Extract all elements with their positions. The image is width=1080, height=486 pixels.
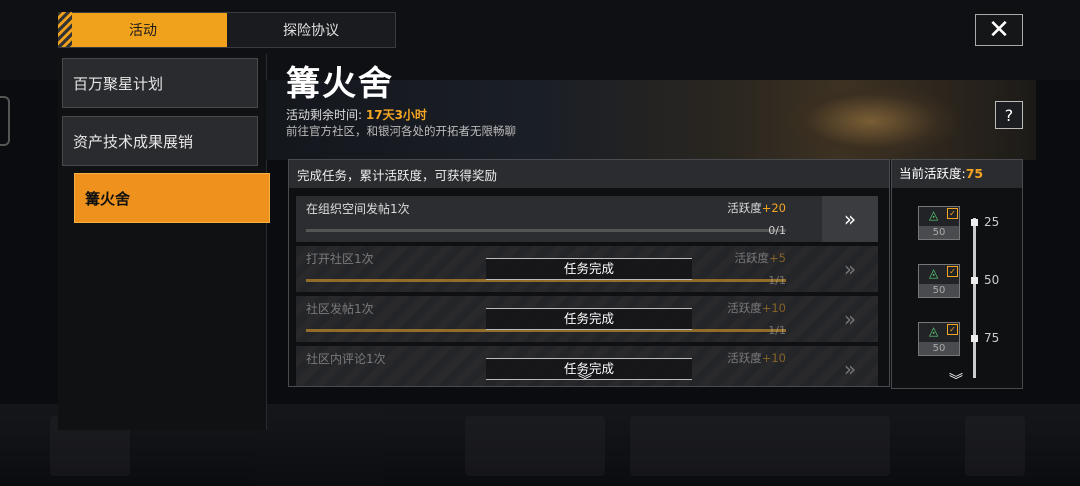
task-complete-badge: 任务完成 xyxy=(486,258,692,280)
task-progress-text: 0/1 xyxy=(768,224,786,237)
task-go-button: » xyxy=(822,296,878,342)
menu-item-asset-tech-expo[interactable]: 资产技术成果展销 xyxy=(62,116,258,166)
milestone-reward[interactable]: ◬ ✓ 50 xyxy=(918,206,960,240)
task-activity: 活跃度+10 xyxy=(727,300,786,316)
page-title: 篝火舍 xyxy=(286,64,394,104)
task-row: 打开社区1次 活跃度+5 1/1 任务完成 » xyxy=(296,246,878,292)
task-name: 打开社区1次 xyxy=(306,252,374,266)
reward-item-icon: ◬ xyxy=(929,208,939,222)
milestone-level: 75 xyxy=(984,331,1000,345)
tab-activity[interactable]: 活动 xyxy=(58,12,227,47)
activity-value: 75 xyxy=(965,166,984,181)
task-activity-label: 活跃度 xyxy=(727,351,762,365)
top-tabs: 活动 探险协议 xyxy=(58,12,396,48)
tab-label: 活动 xyxy=(129,23,157,39)
claimed-check-icon: ✓ xyxy=(947,324,958,335)
reward-item-icon: ◬ xyxy=(929,266,939,280)
task-activity-label: 活跃度 xyxy=(727,301,762,315)
milestone-reward[interactable]: ◬ ✓ 50 xyxy=(918,322,960,356)
double-chevron-right-icon: » xyxy=(843,207,857,231)
task-go-button: » xyxy=(822,346,878,386)
chevron-down-icon[interactable]: ︾ xyxy=(949,370,963,390)
help-icon: ? xyxy=(1004,105,1014,125)
menu-item-bonfire-house[interactable]: 篝火舍 xyxy=(74,173,270,223)
menu-item-label: 篝火舍 xyxy=(85,189,131,208)
milestone-marker xyxy=(971,335,978,342)
task-row: 社区发帖1次 活跃度+10 1/1 任务完成 » xyxy=(296,296,878,342)
remaining-time: 活动剩余时间: 17天3小时 xyxy=(286,106,427,123)
reward-item-icon: ◬ xyxy=(929,324,939,338)
help-button[interactable]: ? xyxy=(995,101,1023,129)
close-button[interactable]: ✕ xyxy=(975,14,1023,46)
task-name: 社区内评论1次 xyxy=(306,352,386,366)
activity-track xyxy=(973,218,976,378)
task-name: 社区发帖1次 xyxy=(306,302,374,316)
remaining-time-label: 活动剩余时间: xyxy=(286,108,363,122)
double-chevron-right-icon: » xyxy=(843,357,857,381)
claimed-check-icon: ✓ xyxy=(947,266,958,277)
task-panel-header: 完成任务，累计活跃度，可获得奖励 xyxy=(289,160,889,188)
remaining-time-value: 17天3小时 xyxy=(365,108,427,122)
menu-item-label: 资产技术成果展销 xyxy=(73,132,194,151)
task-progress-text: 1/1 xyxy=(768,274,786,287)
activity-label: 当前活跃度: xyxy=(899,166,966,181)
double-chevron-right-icon: » xyxy=(843,307,857,331)
menu-item-million-stars[interactable]: 百万聚星计划 xyxy=(62,58,258,108)
task-name: 在组织空间发帖1次 xyxy=(306,202,410,216)
task-activity-value: +10 xyxy=(761,351,786,365)
reward-count: 50 xyxy=(919,284,959,297)
task-activity-value: +5 xyxy=(769,251,786,265)
milestone-reward[interactable]: ◬ ✓ 50 xyxy=(918,264,960,298)
milestone-level: 50 xyxy=(984,273,1000,287)
milestone-marker xyxy=(971,277,978,284)
activity-header: 当前活跃度:75 xyxy=(892,160,1022,188)
task-panel: 完成任务，累计活跃度，可获得奖励 在组织空间发帖1次 活跃度+20 0/1 » … xyxy=(288,159,890,387)
event-description: 前往官方社区，和银河各处的开拓者无限畅聊 xyxy=(286,124,516,138)
task-activity: 活跃度+20 xyxy=(727,200,786,216)
task-activity-value: +10 xyxy=(761,301,786,315)
chevron-down-icon[interactable]: ︾ xyxy=(578,370,592,390)
task-progress-text: 1/1 xyxy=(768,324,786,337)
tab-label: 探险协议 xyxy=(283,23,339,39)
reward-count: 50 xyxy=(919,226,959,239)
milestone-marker xyxy=(971,219,978,226)
task-progress-bar xyxy=(306,229,786,232)
reward-count: 50 xyxy=(919,342,959,355)
side-handle xyxy=(0,96,10,146)
claimed-check-icon: ✓ xyxy=(947,208,958,219)
close-icon: ✕ xyxy=(988,15,1010,45)
task-activity-label: 活跃度 xyxy=(727,201,762,215)
task-row: 在组织空间发帖1次 活跃度+20 0/1 » xyxy=(296,196,878,242)
task-complete-badge: 任务完成 xyxy=(486,308,692,330)
task-activity-value: +20 xyxy=(761,201,786,215)
double-chevron-right-icon: » xyxy=(843,257,857,281)
task-activity: 活跃度+5 xyxy=(735,250,786,266)
menu-item-label: 百万聚星计划 xyxy=(73,74,164,93)
task-activity-label: 活跃度 xyxy=(734,251,770,265)
task-activity: 活跃度+10 xyxy=(727,350,786,366)
event-menu: 百万聚星计划 资产技术成果展销 篝火舍 xyxy=(58,54,270,430)
milestone-level: 25 xyxy=(984,215,1000,229)
tab-expedition-protocol[interactable]: 探险协议 xyxy=(227,13,395,47)
task-go-button: » xyxy=(822,246,878,292)
activity-panel: 当前活跃度:75 ◬ ✓ 50 25 ◬ ✓ 50 50 ◬ ✓ 50 75 ︾ xyxy=(891,159,1023,389)
task-go-button[interactable]: » xyxy=(822,196,878,242)
